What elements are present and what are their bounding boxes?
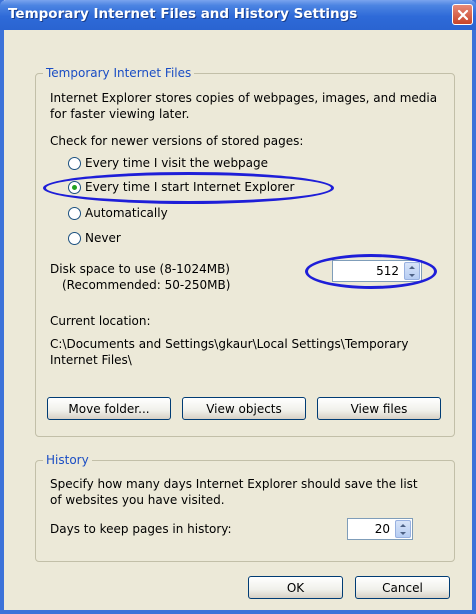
move-folder-button[interactable]: Move folder... <box>47 397 171 420</box>
current-location-path-line2: Internet Files\ <box>50 353 132 367</box>
temp-files-description-line2: for faster viewing later. <box>50 107 190 121</box>
disk-space-spinner[interactable]: 512 <box>332 260 422 282</box>
ok-button[interactable]: OK <box>248 576 343 599</box>
temp-files-group-label: Temporary Internet Files <box>43 66 195 80</box>
radio-button[interactable] <box>68 231 81 245</box>
history-days-spin-buttons[interactable] <box>395 520 411 538</box>
ok-button-label: OK <box>286 580 305 595</box>
history-days-value: 20 <box>374 522 390 536</box>
close-button[interactable] <box>452 4 473 25</box>
history-days-spinner[interactable]: 20 <box>347 518 413 540</box>
title-bar[interactable]: Temporary Internet Files and History Set… <box>0 0 476 30</box>
cancel-button[interactable]: Cancel <box>355 576 450 599</box>
disk-space-value: 512 <box>376 264 399 278</box>
temp-files-description-line1: Internet Explorer stores copies of webpa… <box>50 91 438 105</box>
history-description-line1: Specify how many days Internet Explorer … <box>50 477 418 491</box>
current-location-label: Current location: <box>50 314 151 328</box>
check-newer-label: Check for newer versions of stored pages… <box>50 134 304 148</box>
radio-never[interactable]: Never <box>68 230 121 246</box>
radio-button-checked[interactable] <box>68 180 81 194</box>
current-location-path-line1: C:\Documents and Settings\gkaur\Local Se… <box>50 337 409 351</box>
view-objects-button[interactable]: View objects <box>182 397 306 420</box>
radio-label: Every time I start Internet Explorer <box>85 180 295 194</box>
radio-automatically[interactable]: Automatically <box>68 205 168 221</box>
history-group-label: History <box>43 453 92 467</box>
radio-label: Every time I visit the webpage <box>85 156 269 170</box>
spin-down-icon[interactable] <box>400 531 406 535</box>
radio-label: Never <box>85 231 121 245</box>
cancel-button-label: Cancel <box>382 580 423 595</box>
spin-down-icon[interactable] <box>409 273 415 277</box>
close-icon <box>457 9 468 20</box>
radio-button[interactable] <box>68 206 81 220</box>
spin-up-icon[interactable] <box>409 265 415 269</box>
disk-space-label-line1: Disk space to use (8-1024MB) <box>50 262 230 276</box>
view-objects-button-label: View objects <box>206 401 282 416</box>
view-files-button[interactable]: View files <box>317 397 441 420</box>
days-to-keep-label: Days to keep pages in history: <box>50 522 232 536</box>
disk-space-label-line2: (Recommended: 50-250MB) <box>62 278 231 292</box>
move-folder-button-label: Move folder... <box>68 401 150 416</box>
window-title: Temporary Internet Files and History Set… <box>8 6 358 22</box>
view-files-button-label: View files <box>350 401 408 416</box>
radio-every-start[interactable]: Every time I start Internet Explorer <box>68 179 294 195</box>
temp-files-group: Temporary Internet Files <box>35 66 455 437</box>
radio-button[interactable] <box>68 156 81 170</box>
radio-every-visit[interactable]: Every time I visit the webpage <box>68 155 268 171</box>
spin-up-icon[interactable] <box>400 523 406 527</box>
radio-label: Automatically <box>85 206 168 220</box>
disk-space-spin-buttons[interactable] <box>404 262 420 280</box>
history-group: History <box>35 453 455 562</box>
history-description-line2: of websites you have visited. <box>50 493 225 507</box>
